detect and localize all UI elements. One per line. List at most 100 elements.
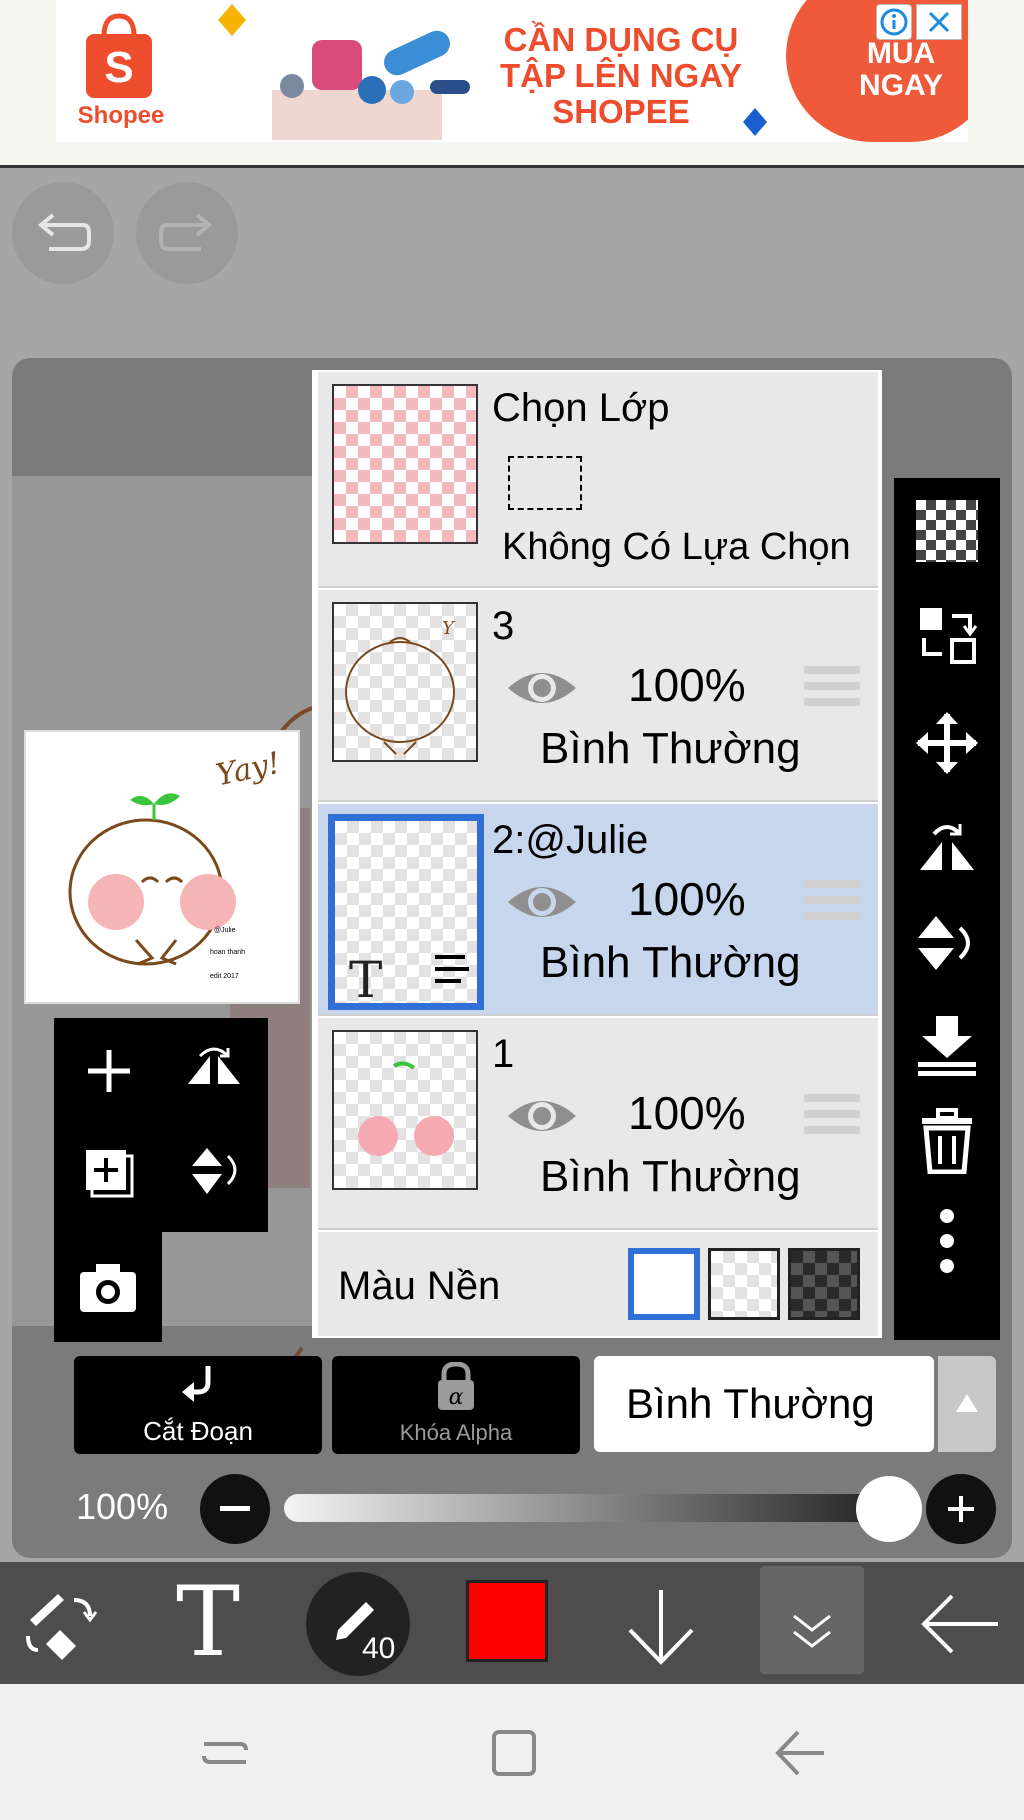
- recent-apps-icon[interactable]: [200, 1728, 250, 1778]
- drag-handle-icon[interactable]: [804, 666, 860, 716]
- color-swatch[interactable]: [466, 1580, 548, 1662]
- selection-marquee-icon: [508, 456, 582, 510]
- redo-icon: [159, 213, 213, 251]
- svg-text:edit 2017: edit 2017: [210, 973, 239, 980]
- move-icon[interactable]: [914, 710, 980, 776]
- selection-layer[interactable]: Chọn Lớp Không Có Lựa Chọn: [318, 372, 878, 588]
- ad-banner: S Shopee CẦN DỤNG CỤ TẬP LÊN NGAY SHOPEE…: [0, 0, 1024, 168]
- background-label: Màu Nền: [338, 1264, 501, 1308]
- layer-name: 1: [492, 1032, 515, 1076]
- opacity-slider-thumb[interactable]: [856, 1476, 922, 1542]
- shopee-bag-icon: S: [86, 13, 152, 98]
- ad-brand: Shopee: [77, 102, 165, 129]
- double-chevron-down-icon: [793, 1614, 831, 1648]
- layer-row[interactable]: Y 3 100% Bình Thường: [318, 590, 878, 802]
- swap-layer-icon[interactable]: [914, 602, 980, 668]
- background-color-row: Màu Nền: [318, 1232, 878, 1336]
- svg-text:hoan thanh: hoan thanh: [210, 949, 245, 956]
- visibility-eye-icon[interactable]: [504, 864, 580, 940]
- transparency-icon[interactable]: [916, 500, 978, 562]
- ad-close-icon[interactable]: [916, 4, 962, 40]
- duplicate-layer-icon[interactable]: [80, 1144, 138, 1202]
- layer-opacity: 100%: [628, 659, 746, 711]
- ad-diamond-icon: [218, 4, 246, 36]
- selection-status: Không Có Lựa Chọn: [502, 526, 851, 568]
- background-transparent-swatch[interactable]: [708, 1248, 780, 1320]
- ad-product-image: [272, 30, 470, 140]
- layer-thumbnail: T: [328, 814, 484, 1010]
- flip-horizontal-icon[interactable]: [184, 1042, 244, 1098]
- merge-down-icon[interactable]: [914, 1012, 980, 1078]
- blend-mode-select[interactable]: Bình Thường: [594, 1356, 934, 1452]
- visibility-eye-icon[interactable]: [504, 650, 580, 726]
- layer-menu-toolbar: [894, 478, 1000, 1340]
- back-arrow-icon[interactable]: [920, 1592, 1000, 1656]
- blend-mode-value: Bình Thường: [626, 1380, 875, 1427]
- minus-icon: [220, 1506, 250, 1511]
- undo-button[interactable]: [12, 182, 114, 284]
- opacity-label: 100%: [76, 1486, 169, 1527]
- layer-row[interactable]: 1 100% Bình Thường: [318, 1018, 878, 1230]
- svg-text:S: S: [104, 43, 133, 92]
- brush-eraser-switch-icon[interactable]: [24, 1590, 100, 1662]
- home-icon[interactable]: [488, 1726, 538, 1780]
- layer-blend-mode: Bình Thường: [540, 724, 801, 773]
- visibility-eye-icon[interactable]: [504, 1078, 580, 1154]
- flip-layer-vertical-icon[interactable]: [914, 910, 980, 976]
- background-white-swatch[interactable]: [628, 1248, 700, 1320]
- ad-content[interactable]: S Shopee CẦN DỤNG CỤ TẬP LÊN NGAY SHOPEE…: [56, 0, 968, 142]
- text-tool-icon[interactable]: T: [176, 1572, 240, 1672]
- blend-mode-dropdown[interactable]: [938, 1356, 996, 1452]
- svg-text:@Julie: @Julie: [214, 927, 236, 934]
- alpha-lock-button[interactable]: α Khóa Alpha: [332, 1356, 580, 1454]
- opacity-slider[interactable]: [284, 1494, 888, 1522]
- flip-layer-horizontal-icon[interactable]: [914, 814, 980, 880]
- layer-name: 2:@Julie: [492, 818, 649, 862]
- lock-icon: α: [438, 1362, 474, 1410]
- svg-text:Y: Y: [442, 618, 456, 639]
- layer-opacity: 100%: [628, 1087, 746, 1139]
- ad-cta-label: MUA NGAY: [859, 37, 943, 102]
- brush-size-button[interactable]: 40: [306, 1572, 410, 1676]
- alpha-lock-label: Khóa Alpha: [399, 1420, 513, 1445]
- redo-button[interactable]: [136, 182, 238, 284]
- bottom-toolbar: T 40: [0, 1562, 1024, 1684]
- drag-handle-icon[interactable]: [804, 880, 860, 930]
- delete-layer-icon[interactable]: [914, 1108, 980, 1174]
- back-icon[interactable]: [772, 1726, 828, 1780]
- drag-handle-icon[interactable]: [804, 1094, 860, 1144]
- camera-icon: [80, 1264, 136, 1312]
- layer-blend-mode: Bình Thường: [540, 938, 801, 987]
- flip-vertical-icon[interactable]: [186, 1142, 244, 1200]
- text-layer-icon: T: [349, 951, 383, 1009]
- navigator-preview[interactable]: @Julie hoan thanh edit 2017 Yay!: [24, 730, 300, 1004]
- layer-thumbnail: [332, 1030, 478, 1190]
- ad-headline: CẦN DỤNG CỤ TẬP LÊN NGAY SHOPEE: [499, 21, 743, 130]
- layer-thumbnail: Y: [332, 602, 478, 762]
- selection-layer-title: Chọn Lớp: [492, 386, 670, 430]
- ad-diamond-icon: [743, 108, 767, 136]
- clipping-label: Cắt Đoạn: [143, 1416, 253, 1446]
- opacity-increase-button[interactable]: [926, 1474, 996, 1544]
- collapse-button[interactable]: [760, 1566, 864, 1674]
- more-options-icon[interactable]: [914, 1208, 980, 1274]
- opacity-decrease-button[interactable]: [200, 1474, 270, 1544]
- triangle-up-icon: [956, 1394, 978, 1412]
- layers-panel: Chọn Lớp Không Có Lựa Chọn Y 3 100% Bình…: [312, 370, 882, 1338]
- background-dark-swatch[interactable]: [788, 1248, 860, 1320]
- camera-button[interactable]: [54, 1232, 162, 1342]
- layer-tools: [54, 1018, 268, 1232]
- clipping-button[interactable]: Cắt Đoạn: [74, 1356, 322, 1454]
- selection-layer-thumbnail: [332, 384, 478, 544]
- arrow-down-icon[interactable]: [626, 1586, 696, 1666]
- layer-row-selected[interactable]: T 2:@Julie 100% Bình Thường: [318, 804, 878, 1016]
- layer-name: 3: [492, 604, 515, 648]
- svg-text:α: α: [449, 1385, 464, 1410]
- add-layer-icon[interactable]: [84, 1046, 134, 1096]
- brush-size-value: 40: [362, 1632, 396, 1665]
- layer-blend-mode: Bình Thường: [540, 1152, 801, 1201]
- clipping-icon: [182, 1366, 211, 1402]
- ad-info-icon[interactable]: [876, 4, 912, 40]
- layer-opacity: 100%: [628, 873, 746, 925]
- undo-icon: [37, 213, 91, 251]
